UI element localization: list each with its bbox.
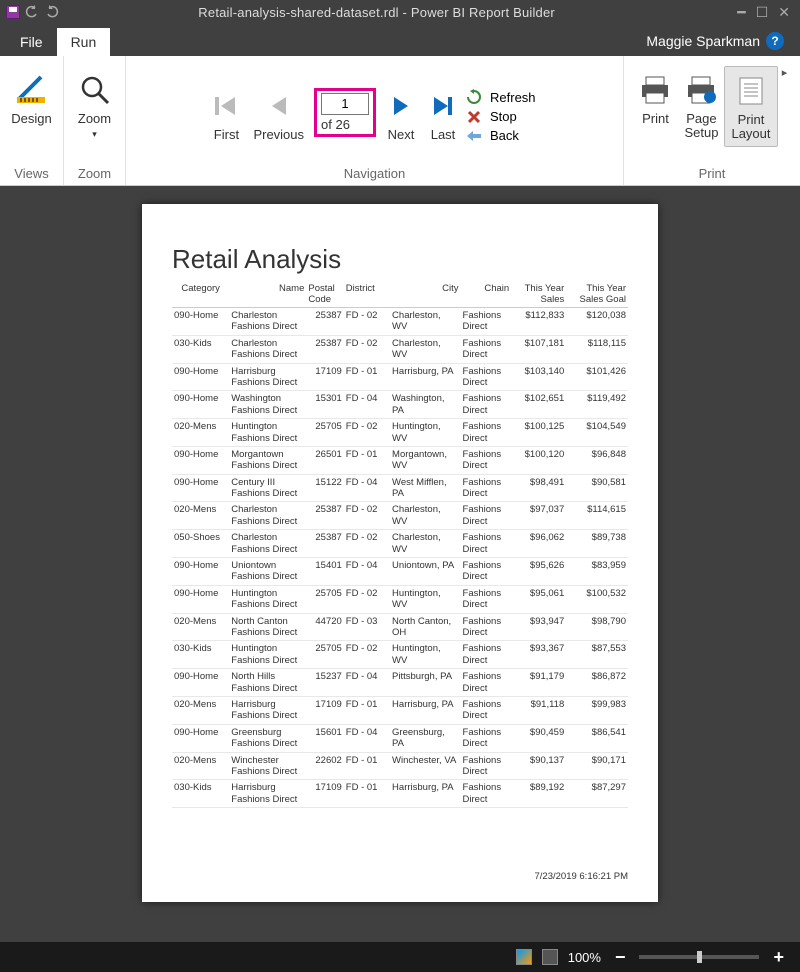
next-button[interactable]: Next	[380, 82, 422, 146]
last-button[interactable]: Last	[422, 82, 464, 146]
table-row: 050-ShoesCharleston Fashions Direct25387…	[172, 530, 628, 558]
table-row: 020-MensNorth Canton Fashions Direct4472…	[172, 613, 628, 641]
title-bar: Retail-analysis-shared-dataset.rdl - Pow…	[0, 0, 800, 24]
page-setup-button[interactable]: PageSetup	[678, 66, 724, 145]
table-row: 090-HomeNorth Hills Fashions Direct15237…	[172, 669, 628, 697]
table-row: 030-KidsHuntington Fashions Direct25705F…	[172, 641, 628, 669]
design-icon	[15, 70, 49, 110]
back-icon	[464, 129, 484, 143]
page-setup-icon	[684, 70, 718, 110]
table-row: 090-HomeMorgantown Fashions Direct26501F…	[172, 446, 628, 474]
table-row: 090-HomeHarrisburg Fashions Direct17109F…	[172, 363, 628, 391]
previous-icon	[264, 86, 294, 126]
first-button[interactable]: First	[205, 82, 247, 146]
ribbon: Design Views Zoom▾ Zoom First Previous	[0, 56, 800, 186]
zoom-out-button[interactable]: −	[611, 947, 630, 968]
print-layout-button[interactable]: PrintLayout	[724, 66, 777, 147]
view-layout-icon[interactable]	[542, 949, 558, 965]
user-name: Maggie Sparkman	[646, 33, 760, 49]
first-icon	[211, 86, 241, 126]
table-row: 020-MensHarrisburg Fashions Direct17109F…	[172, 696, 628, 724]
view-normal-icon[interactable]	[516, 949, 532, 965]
report-timestamp: 7/23/2019 6:16:21 PM	[535, 871, 629, 882]
menu-bar: File Run Maggie Sparkman ?	[0, 24, 800, 56]
redo-icon[interactable]	[44, 4, 60, 20]
table-row: 030-KidsHarrisburg Fashions Direct17109F…	[172, 780, 628, 808]
tab-file[interactable]: File	[6, 28, 57, 56]
stop-icon	[464, 110, 484, 124]
maximize-icon[interactable]: ☐	[756, 4, 769, 21]
tab-run[interactable]: Run	[57, 28, 111, 56]
table-row: 020-MensCharleston Fashions Direct25387F…	[172, 502, 628, 530]
zoom-slider[interactable]	[639, 955, 759, 959]
current-page-input[interactable]	[321, 93, 369, 115]
previous-button[interactable]: Previous	[247, 82, 310, 146]
minimize-icon[interactable]: ━	[737, 4, 745, 21]
last-icon	[428, 86, 458, 126]
table-row: 090-HomeCentury III Fashions Direct15122…	[172, 474, 628, 502]
page-highlight: of 26	[314, 88, 376, 137]
help-icon[interactable]: ?	[766, 32, 784, 50]
zoom-icon	[78, 70, 112, 110]
table-row: 020-MensHuntington Fashions Direct25705F…	[172, 419, 628, 447]
design-button[interactable]: Design	[5, 66, 57, 130]
table-row: 090-HomeHuntington Fashions Direct25705F…	[172, 585, 628, 613]
print-icon	[638, 70, 672, 110]
window-title: Retail-analysis-shared-dataset.rdl - Pow…	[66, 5, 727, 20]
table-row: 090-HomeGreensburg Fashions Direct15601F…	[172, 724, 628, 752]
refresh-icon	[464, 89, 484, 105]
next-icon	[386, 86, 416, 126]
save-icon[interactable]	[6, 5, 20, 19]
print-layout-icon	[734, 71, 768, 111]
report-table: Category Name Postal Code District City …	[172, 281, 628, 808]
print-button[interactable]: Print	[632, 66, 678, 130]
report-title: Retail Analysis	[172, 244, 628, 275]
report-canvas[interactable]: Retail Analysis Category Name Postal Cod…	[0, 186, 800, 942]
table-row: 020-MensWinchester Fashions Direct22602F…	[172, 752, 628, 780]
undo-icon[interactable]	[24, 4, 40, 20]
zoom-button[interactable]: Zoom▾	[72, 66, 118, 145]
stop-button[interactable]: Stop	[464, 109, 536, 124]
table-row: 090-HomeWashington Fashions Direct15301F…	[172, 391, 628, 419]
back-button[interactable]: Back	[464, 128, 536, 143]
table-row: 090-HomeCharleston Fashions Direct25387F…	[172, 308, 628, 336]
status-bar: 100% − +	[0, 942, 800, 972]
zoom-level: 100%	[568, 950, 601, 965]
zoom-in-button[interactable]: +	[769, 947, 788, 968]
close-icon[interactable]: ✕	[778, 4, 790, 21]
refresh-button[interactable]: Refresh	[464, 89, 536, 105]
table-row: 090-HomeUniontown Fashions Direct15401FD…	[172, 558, 628, 586]
report-page: Retail Analysis Category Name Postal Cod…	[142, 204, 658, 902]
table-row: 030-KidsCharleston Fashions Direct25387F…	[172, 335, 628, 363]
ribbon-overflow[interactable]: ▸	[778, 66, 792, 79]
